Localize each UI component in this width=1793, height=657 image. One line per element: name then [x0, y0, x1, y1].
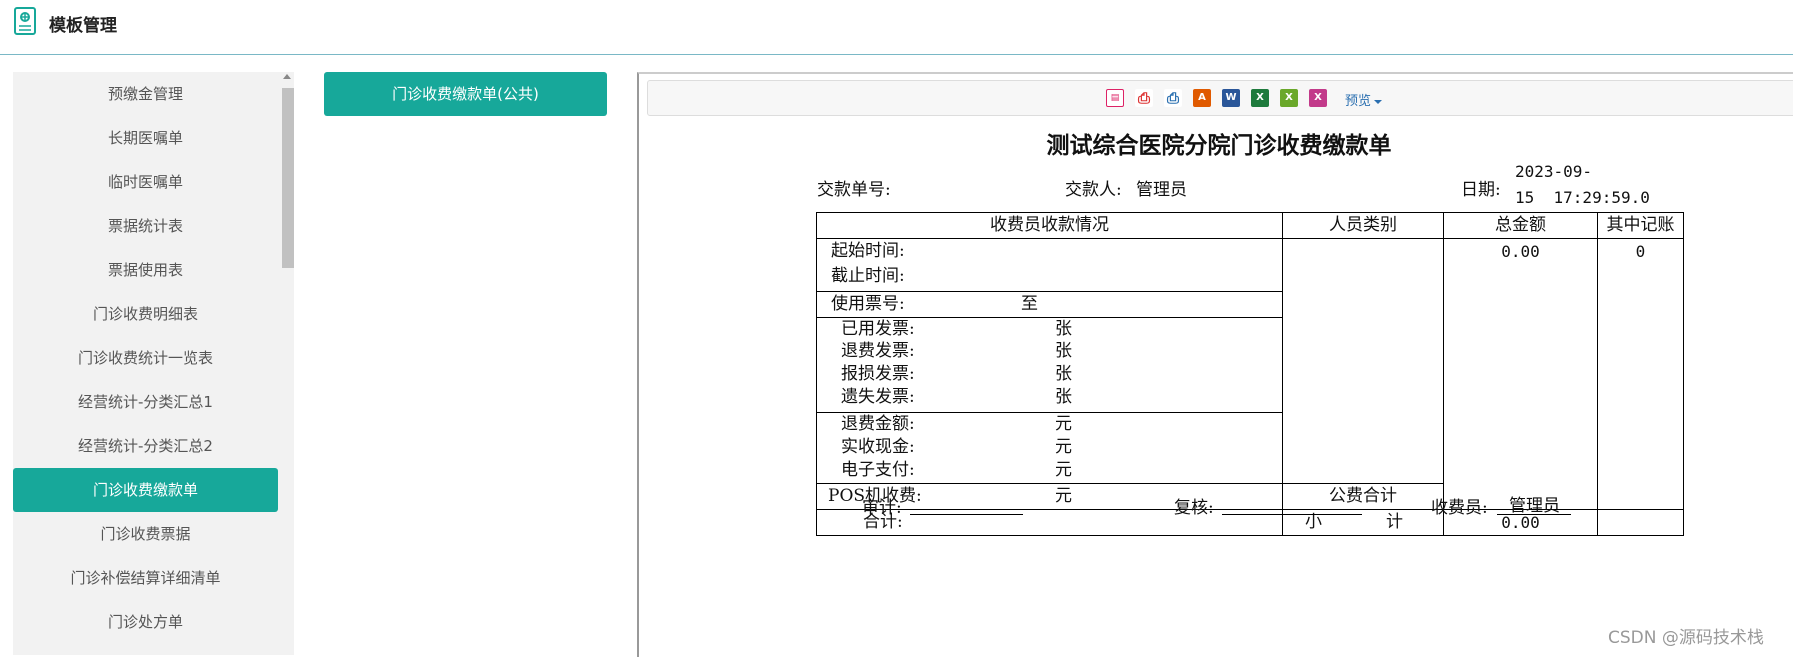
used-invoice-label: 已用发票: — [841, 319, 915, 339]
excel-alt-icon[interactable]: X — [1280, 89, 1298, 107]
bookkeeping-cell: 0 — [1597, 238, 1684, 510]
refund-amount-label: 退费金额: — [841, 414, 915, 434]
payment-table: 收费员收款情况 人员类别 总金额 其中记账 起始时间: 截止时间: 0.00 0… — [816, 212, 1684, 536]
sidebar-item-temp-order[interactable]: 临时医嘱单 — [13, 160, 278, 204]
person-type-cell — [1282, 238, 1444, 484]
sidebar-item-payment-slip[interactable]: 门诊收费缴款单 — [13, 468, 278, 512]
sidebar-scrollbar[interactable] — [280, 72, 294, 655]
unit-yuan: 元 — [1055, 460, 1072, 480]
epay-label: 电子支付: — [841, 460, 915, 480]
preview-dropdown[interactable]: 预览 — [1345, 90, 1383, 109]
audit-signature-line — [910, 513, 1023, 515]
ticket-to-label: 至 — [1021, 294, 1038, 314]
cashier-signature-line — [1497, 513, 1571, 515]
audit-label: 审计: — [862, 498, 902, 518]
cashier-label: 收费员: — [1431, 498, 1488, 518]
document-title: 测试综合医院分院门诊收费缴款单 — [1046, 133, 1392, 159]
scrollbar-thumb[interactable] — [282, 88, 294, 268]
payer-value: 管理员 — [1136, 180, 1187, 200]
review-signature-line — [1222, 513, 1362, 515]
date-value-line2: 15 17:29:59.0 — [1515, 188, 1650, 207]
print-icon[interactable]: ⎙ — [1135, 89, 1153, 107]
chevron-down-icon — [1374, 99, 1383, 104]
col-header-person-type: 人员类别 — [1282, 212, 1444, 239]
page-title: 模板管理 — [49, 16, 117, 36]
invoice-count-cell: 已用发票: 张 退费发票: 张 报损发票: 张 遗失发票: 张 — [816, 317, 1283, 413]
unit-yuan: 元 — [1055, 437, 1072, 457]
bookkeeping-value: 0 — [1635, 242, 1646, 261]
excel-icon[interactable]: X — [1251, 89, 1269, 107]
unit-yuan: 元 — [1055, 486, 1072, 506]
date-value-line1: 2023-09- — [1515, 162, 1593, 181]
time-cell: 起始时间: 截止时间: — [816, 238, 1283, 292]
unit-zhang: 张 — [1055, 364, 1072, 384]
subtotal-empty-cell — [1597, 509, 1684, 536]
scroll-up-icon[interactable] — [283, 74, 291, 79]
watermark: CSDN @源码技术栈 — [1608, 628, 1764, 648]
col-header-bookkeeping: 其中记账 — [1597, 212, 1684, 239]
sidebar-item-outpatient-detail[interactable]: 门诊收费明细表 — [13, 292, 278, 336]
sidebar-item-long-term-order[interactable]: 长期医嘱单 — [13, 116, 278, 160]
total-amount-cell: 0.00 — [1443, 238, 1598, 510]
unit-zhang: 张 — [1055, 319, 1072, 339]
sidebar-item-business-stats-1[interactable]: 经营统计-分类汇总1 — [13, 380, 278, 424]
excel-xml-icon[interactable]: X — [1309, 89, 1327, 107]
pay-no-label: 交款单号: — [817, 180, 891, 200]
review-label: 复核: — [1174, 498, 1214, 518]
printer-icon[interactable]: ⎙ — [1164, 89, 1182, 107]
word-icon[interactable]: W — [1222, 89, 1240, 107]
payer-label: 交款人: — [1065, 180, 1122, 200]
ticket-no-label: 使用票号: — [831, 294, 905, 314]
sidebar-item-outpatient-invoice[interactable]: 门诊收费票据 — [13, 512, 278, 556]
page-setup-icon[interactable]: ▤ — [1106, 89, 1124, 107]
sidebar-item-prepay[interactable]: 预缴金管理 — [13, 72, 278, 116]
sidebar-item-invoice-stats[interactable]: 票据统计表 — [13, 204, 278, 248]
col-header-collection: 收费员收款情况 — [816, 212, 1283, 239]
amount-cell: 退费金额: 元 实收现金: 元 电子支付: 元 — [816, 412, 1283, 484]
lost-invoice-label: 遗失发票: — [841, 387, 915, 407]
sidebar-item-settlement-list[interactable]: 门诊补偿结算详细清单 — [13, 556, 278, 600]
app-header: 模板管理 — [0, 0, 1793, 55]
ticket-no-cell: 使用票号: 至 — [816, 291, 1283, 318]
preview-label: 预览 — [1345, 94, 1372, 109]
report-preview-panel: ▤ ⎙ ⎙ A W X X X 预览 测试综合医院分院门诊收费缴款单 交款单号:… — [637, 72, 1793, 657]
template-item-payment-slip-public[interactable]: 门诊收费缴款单(公共) — [324, 72, 607, 116]
subtotal-label-2: 计 — [1386, 512, 1403, 532]
damaged-invoice-label: 报损发票: — [841, 364, 915, 384]
start-time-label: 起始时间: — [831, 241, 905, 261]
unit-yuan: 元 — [1055, 414, 1072, 434]
sidebar-item-prescription[interactable]: 门诊处方单 — [13, 600, 278, 644]
report-toolbar: ▤ ⎙ ⎙ A W X X X 预览 — [647, 80, 1793, 116]
public-total-label: 公费合计 — [1329, 486, 1397, 506]
col-header-total: 总金额 — [1443, 212, 1598, 239]
end-time-label: 截止时间: — [831, 266, 905, 286]
sidebar-item-business-stats-2[interactable]: 经营统计-分类汇总2 — [13, 424, 278, 468]
template-logo-icon — [14, 7, 36, 35]
public-total-cell: 公费合计 — [1282, 483, 1444, 510]
sidebar-item-invoice-usage[interactable]: 票据使用表 — [13, 248, 278, 292]
total-amount-value: 0.00 — [1501, 242, 1540, 261]
unit-zhang: 张 — [1055, 341, 1072, 361]
pdf-icon[interactable]: A — [1193, 89, 1211, 107]
sidebar-item-outpatient-overview[interactable]: 门诊收费统计一览表 — [13, 336, 278, 380]
date-label: 日期: — [1461, 180, 1501, 200]
template-category-sidebar: 预缴金管理 长期医嘱单 临时医嘱单 票据统计表 票据使用表 门诊收费明细表 门诊… — [13, 72, 294, 655]
unit-zhang: 张 — [1055, 387, 1072, 407]
cash-label: 实收现金: — [841, 437, 915, 457]
refund-invoice-label: 退费发票: — [841, 341, 915, 361]
